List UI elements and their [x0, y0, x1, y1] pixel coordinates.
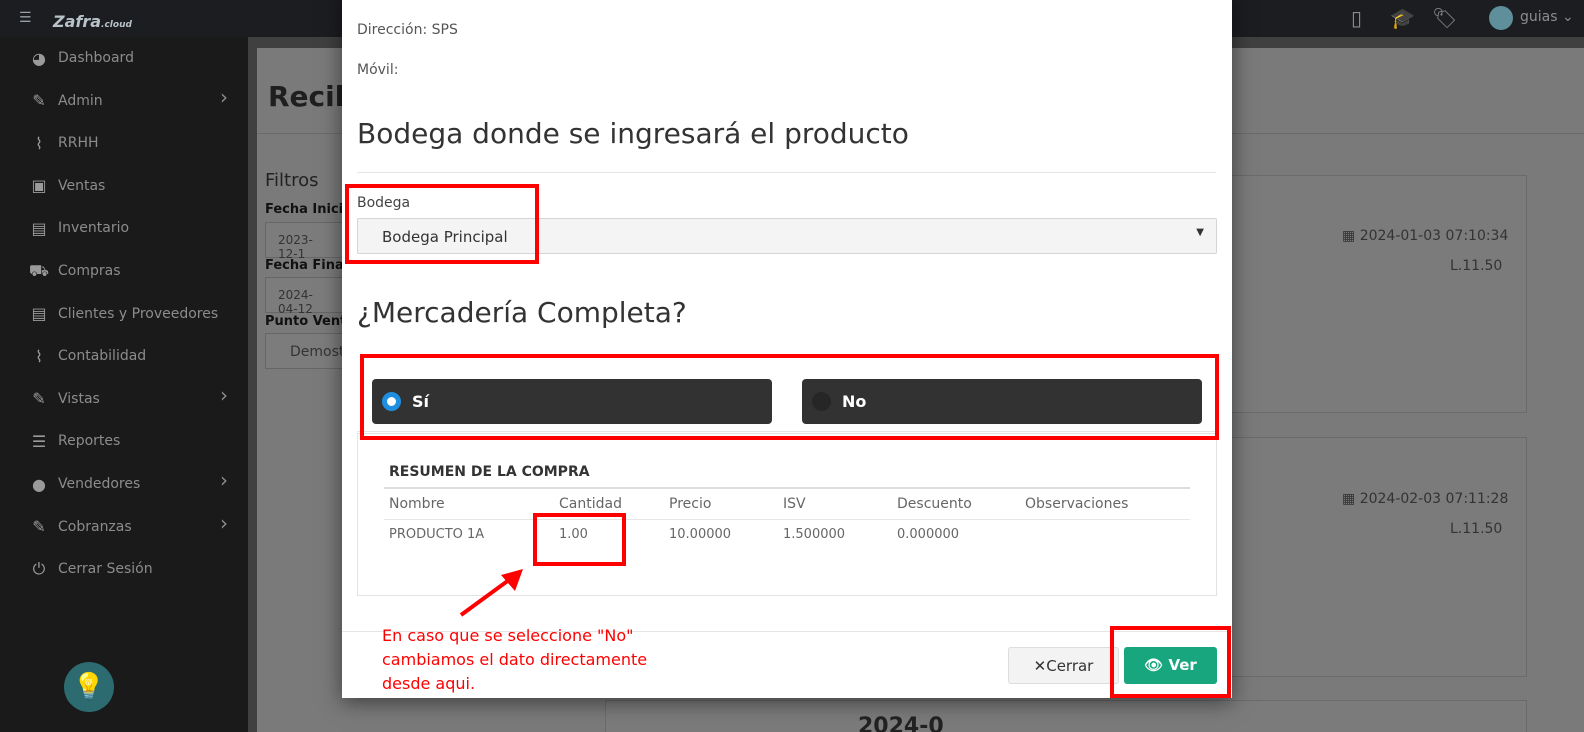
book-icon: ▤: [31, 218, 47, 238]
table-row-divider: [384, 519, 1190, 520]
fecha-final-label: Fecha Final: [265, 258, 349, 273]
movil-text: Móvil:: [357, 62, 399, 78]
summary-title: RESUMEN DE LA COMPRA: [389, 464, 590, 480]
sidebar-item-label: Contabilidad: [58, 348, 147, 365]
table-header-divider: [384, 487, 1190, 489]
sidebar-item-label: Clientes y Proveedores: [58, 305, 219, 322]
sidebar-item-label: Ventas: [58, 177, 106, 194]
paperclip-icon: ⌇: [35, 133, 43, 153]
table-cell: 0.000000: [897, 527, 960, 542]
purchase-card[interactable]: [605, 700, 1527, 732]
edit-icon: ✎: [32, 389, 46, 409]
caret-down-icon: ▼: [1196, 227, 1204, 238]
sidebar-item-ventas[interactable]: ▣ Ventas: [28, 174, 105, 198]
purchase-date: ▦ 2024-02-03 07:11:28: [1342, 491, 1509, 507]
sidebar-item-label: Vendedores: [58, 476, 141, 492]
sidebar-item-reportes[interactable]: ☰ Reportes: [28, 429, 121, 453]
book-icon: ▤: [31, 304, 47, 324]
sidebar-item-vistas[interactable]: ✎ Vistas: [28, 387, 100, 411]
chevron-right-icon: ›: [220, 468, 228, 492]
sidebar-item-label: Vistas: [58, 390, 100, 407]
table-cell: PRODUCTO 1A: [389, 527, 485, 542]
divider: [357, 172, 1216, 173]
mobile-icon[interactable]: ▯: [1351, 6, 1362, 30]
chevron-right-icon: ›: [220, 382, 228, 407]
sidebar-item-label: Reportes: [58, 433, 121, 450]
list-icon: ☰: [31, 431, 47, 451]
bodega-heading: Bodega donde se ingresará el producto: [357, 117, 909, 150]
sidebar-item-label: Inventario: [58, 220, 130, 237]
avatar[interactable]: [1489, 6, 1513, 30]
highlight-ver-button: [1110, 626, 1231, 698]
purchase-date: ▦ 2024-01-03 07:10:34: [1342, 228, 1509, 244]
graduation-cap-icon[interactable]: 🎓: [1390, 6, 1415, 30]
app-logo[interactable]: Zafra.cloud: [53, 12, 132, 31]
purchase-title: 2024-0: [858, 714, 944, 732]
fecha-final-input[interactable]: 2024-04-12: [265, 277, 345, 316]
table-header: Cantidad: [559, 496, 622, 512]
power-icon: ⏻: [32, 559, 46, 579]
table-header: Nombre: [389, 496, 445, 512]
highlight-cantidad: [533, 513, 626, 566]
close-button[interactable]: ✕Cerrar: [1008, 647, 1119, 684]
edit-icon: ✎: [32, 517, 46, 537]
sidebar-item-label: Cerrar Sesión: [58, 561, 153, 578]
punto-venta-select[interactable]: Demost: [265, 333, 345, 369]
sidebar-item-inventario[interactable]: ▤ Inventario: [28, 216, 129, 240]
palette-icon: ◕: [32, 48, 46, 68]
sidebar-item-clientes-y-proveedores[interactable]: ▤ Clientes y Proveedores: [28, 302, 218, 326]
sidebar-item-label: Admin: [58, 92, 103, 109]
close-icon: ✕: [1033, 657, 1047, 675]
lightbulb-icon[interactable]: 💡: [64, 662, 114, 712]
punto-venta-label: Punto Vent: [265, 314, 347, 329]
highlight-radio-options: [360, 354, 1219, 440]
sidebar-item-dashboard[interactable]: ◕ Dashboard: [28, 46, 134, 70]
sidebar-item-label: RRHH: [58, 135, 99, 152]
sidebar-item-rrhh[interactable]: ⌇ RRHH: [28, 131, 99, 155]
table-cell: 10.00000: [669, 527, 732, 542]
chevron-right-icon: ›: [220, 510, 228, 535]
table-cell: 1.500000: [783, 527, 846, 542]
direccion-text: Dirección: SPS: [357, 22, 458, 38]
user-icon: ●: [32, 474, 46, 494]
filters-title: Filtros: [265, 170, 319, 191]
sidebar-item-admin[interactable]: ✎ Admin: [28, 89, 103, 113]
annotation-note: En caso que se seleccione "No" cambiamos…: [382, 626, 648, 693]
table-header: ISV: [783, 496, 806, 512]
sidebar-item-contabilidad[interactable]: ⌇ Contabilidad: [28, 344, 146, 368]
sidebar-item-label: Compras: [58, 263, 121, 279]
annotation-arrow-icon: [459, 569, 523, 617]
wrench-icon: ✎: [32, 91, 46, 111]
fecha-inicio-input[interactable]: 2023-12-1: [265, 222, 345, 261]
table-header: Descuento: [897, 496, 972, 512]
menu-toggle-icon[interactable]: ☰: [19, 10, 32, 26]
table-header: Observaciones: [1025, 496, 1129, 512]
purchase-total: L.11.50: [1450, 521, 1503, 537]
paperclip-icon: ⌇: [35, 346, 43, 366]
chevron-right-icon: ›: [220, 84, 228, 109]
fecha-inicio-label: Fecha Inicio: [265, 202, 353, 217]
money-icon: ▣: [31, 176, 47, 196]
purchase-total: L.11.50: [1450, 258, 1503, 274]
table-header: Precio: [669, 496, 712, 512]
sidebar-item-label: Cobranzas: [58, 518, 132, 535]
calendar-icon: ▦: [1342, 491, 1360, 507]
sidebar-item-cerrar-sesión[interactable]: ⏻ Cerrar Sesión: [28, 557, 153, 581]
sidebar-item-vendedores[interactable]: ● Vendedores: [28, 472, 140, 496]
tags-icon[interactable]: 🏷: [1432, 6, 1457, 30]
highlight-bodega: [345, 184, 539, 264]
sidebar-item-compras[interactable]: ⛟ Compras: [28, 259, 121, 283]
mercaderia-heading: ¿Mercadería Completa?: [357, 296, 687, 329]
sidebar-item-cobranzas[interactable]: ✎ Cobranzas: [28, 515, 132, 539]
calendar-icon: ▦: [1342, 228, 1360, 244]
sidebar-item-label: Dashboard: [58, 50, 134, 66]
cart-icon: ⛟: [28, 260, 50, 280]
user-menu[interactable]: guias ⌄: [1520, 9, 1574, 25]
